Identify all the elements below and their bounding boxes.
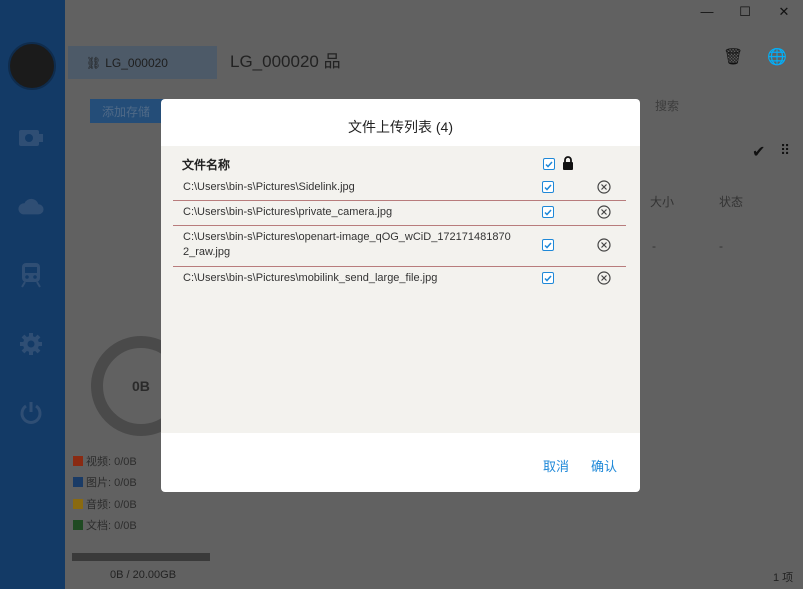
device-card[interactable]: ⛓ LG_000020 [68,46,217,79]
cell-size: - [652,239,656,253]
remove-file-icon[interactable] [597,205,611,224]
remove-file-icon[interactable] [597,271,611,290]
file-path: C:\Users\bin-s\Pictures\mobilink_send_la… [183,272,438,284]
search-input[interactable]: 搜索 [655,97,679,114]
legend-label: 视频: 0/0B [86,456,137,468]
file-checkbox[interactable] [542,239,554,251]
legend-document: 文档: 0/0B [73,517,137,533]
storage-usage-text: 0B / 20.00GB [110,569,177,581]
file-checkbox[interactable] [542,181,554,193]
cancel-button[interactable]: 取消 [543,456,569,475]
file-checkbox[interactable] [542,206,554,218]
legend-label: 文档: 0/0B [86,520,137,532]
list-item: C:\Users\bin-s\Pictures\openart-image_qO… [173,226,626,267]
item-count: 1 项 [773,572,794,584]
list-item: C:\Users\bin-s\Pictures\private_camera.j… [173,201,626,226]
sidebar [0,0,65,589]
legend-video: 视频: 0/0B [73,453,137,469]
link-icon: ⛓ [86,55,102,70]
minimize-icon[interactable]: — [697,4,717,19]
train-icon[interactable] [18,262,44,288]
column-header-size: 大小 [650,195,675,209]
lock-icon [562,156,574,175]
gear-icon[interactable] [18,331,44,357]
list-item: C:\Users\bin-s\Pictures\Sidelink.jpg [173,176,626,201]
legend-image: 图片: 0/0B [73,474,137,490]
file-path: C:\Users\bin-s\Pictures\private_camera.j… [183,206,393,218]
select-all-checkbox[interactable] [543,158,555,170]
device-card-label: LG_000020 [105,55,168,70]
page-title: LG_000020 品 [230,52,341,71]
remove-file-icon[interactable] [597,238,611,257]
legend-swatch [73,477,83,487]
file-name-column-header: 文件名称 [182,158,231,172]
avatar[interactable] [8,42,56,90]
maximize-icon[interactable]: ☐ [735,4,755,20]
legend-audio: 音频: 0/0B [73,496,137,512]
legend-swatch [73,499,83,509]
legend-swatch [73,456,83,466]
file-path: C:\Users\bin-s\Pictures\Sidelink.jpg [183,181,355,193]
file-path: C:\Users\bin-s\Pictures\openart-image_qO… [183,231,511,258]
legend-label: 音频: 0/0B [86,499,137,511]
list-item: C:\Users\bin-s\Pictures\mobilink_send_la… [173,267,626,291]
dialog-title: 文件上传列表 (4) [348,119,453,135]
donut-label: 0B [132,378,150,394]
globe-icon[interactable]: 🌐 [767,47,787,67]
storage-usage-bar [72,553,210,561]
upload-list-dialog: 文件上传列表 (4) 文件名称 C:\Users\bin-s\Pictures\… [161,99,640,492]
remove-file-icon[interactable] [597,180,611,199]
close-icon[interactable]: ✕ [774,4,794,20]
legend-swatch [73,520,83,530]
confirm-button[interactable]: 确认 [591,456,617,475]
cell-status: - [719,239,723,253]
file-list: 文件名称 C:\Users\bin-s\Pictures\Sidelink.jp… [161,146,640,433]
power-icon[interactable] [18,400,44,426]
file-rows: C:\Users\bin-s\Pictures\Sidelink.jpg C:\… [173,176,626,291]
cloud-icon[interactable] [18,194,44,220]
grid-icon[interactable]: ⠿ [780,142,790,159]
legend-label: 图片: 0/0B [86,477,137,489]
column-header-status: 状态 [719,195,744,209]
camera-icon[interactable] [18,125,44,151]
check-icon[interactable]: ✔ [752,142,765,162]
trash-icon[interactable]: 🗑 [723,47,743,67]
file-checkbox[interactable] [542,272,554,284]
